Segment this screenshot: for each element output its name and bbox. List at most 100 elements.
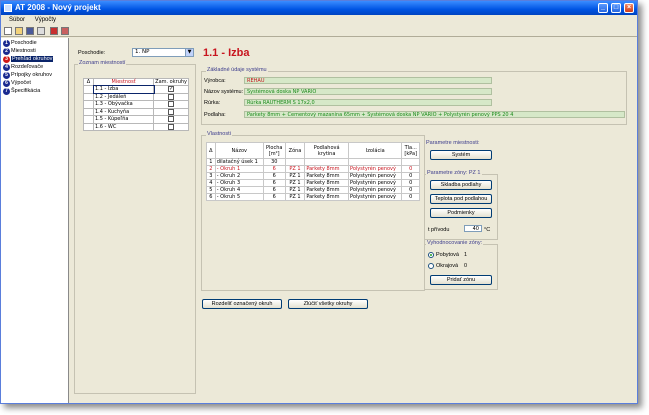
cell-area[interactable]: 6 <box>262 193 286 201</box>
conditions-button[interactable]: Podmienky <box>430 208 492 218</box>
help-icon[interactable] <box>37 27 45 35</box>
rooms-col-index[interactable]: Δ <box>83 78 94 86</box>
table-row[interactable]: 1 dilatačný úsek 1 30 <box>206 158 420 166</box>
add-zone-button[interactable]: Pridať zónu <box>430 275 492 285</box>
menu-calculations[interactable]: Výpočty <box>35 17 56 23</box>
save-icon[interactable] <box>26 27 34 35</box>
circuits-col-zone[interactable]: Zóna <box>284 142 306 159</box>
table-row[interactable]: 2 - Okruh 1 6 PZ 1 Parkety 8mm Polystyré… <box>206 165 420 173</box>
close-icon[interactable]: × <box>624 3 634 13</box>
maximize-icon[interactable]: □ <box>611 3 621 13</box>
cell-name[interactable]: - Okruh 3 <box>214 179 264 187</box>
catalog-icon[interactable] <box>61 27 69 35</box>
cooling-checkbox[interactable] <box>168 116 175 122</box>
minimize-icon[interactable]: _ <box>598 3 608 13</box>
cell-zone[interactable]: PZ 1 <box>284 193 306 201</box>
merge-circuits-button[interactable]: Zlúčiť všetky okruhy <box>288 299 368 309</box>
table-row[interactable]: 3 - Okruh 2 6 PZ 1 Parkety 8mm Polystyré… <box>206 172 420 180</box>
cooling-checkbox[interactable] <box>168 123 175 130</box>
sidebar-item-connections[interactable]: 5 Prípojky okruhov <box>3 72 67 79</box>
table-row[interactable]: 6 - Okruh 5 6 PZ 1 Parkety 8mm Polystyré… <box>206 193 420 201</box>
table-row[interactable]: 1.2 - Jedáleň <box>83 92 189 101</box>
book-icon[interactable] <box>50 27 58 35</box>
edge-zone-radio[interactable] <box>428 263 434 269</box>
sidebar-item-manifolds[interactable]: 4 Rozdeľovače <box>3 64 67 71</box>
cell-floor[interactable]: Parkety 8mm <box>304 172 350 180</box>
cell-area[interactable]: 30 <box>262 158 286 166</box>
cell-insulation[interactable]: Polystyrén penový <box>348 165 403 173</box>
circuits-col-area[interactable]: Plocha [m²] <box>262 142 286 159</box>
cell-area[interactable]: 6 <box>262 165 286 173</box>
rooms-col-name[interactable]: Miestnosť <box>92 78 155 86</box>
cell-pressure[interactable]: 0 <box>401 179 420 187</box>
cell-name[interactable]: - Okruh 2 <box>214 172 264 180</box>
sidebar-item-rooms[interactable]: 2 Miestnosti <box>3 48 67 55</box>
cell-insulation[interactable] <box>348 158 403 166</box>
circuits-col-index[interactable]: Δ <box>206 142 216 159</box>
cell-insulation[interactable]: Polystyrén penový <box>348 172 403 180</box>
floor-layers-button[interactable]: Skladba podlahy <box>430 180 492 190</box>
rooms-col-cooling[interactable]: Zam. okruhy <box>153 78 189 86</box>
table-row[interactable]: 1.5 - Kúpeľňa <box>83 115 189 124</box>
circuits-col-floor[interactable]: Podlahová krytina <box>304 142 350 159</box>
floor-select[interactable]: 1. NP ▼ <box>132 48 194 57</box>
table-row[interactable]: 1.6 - WC <box>83 122 189 131</box>
system-button[interactable]: Systém <box>430 150 492 160</box>
table-row[interactable]: 4 - Okruh 3 6 PZ 1 Parkety 8mm Polystyré… <box>206 179 420 187</box>
cell-pressure[interactable]: 0 <box>401 186 420 194</box>
cell-floor[interactable]: Parkety 8mm <box>304 193 350 201</box>
cell-area[interactable]: 6 <box>262 179 286 187</box>
room-name[interactable]: 1.6 - WC <box>92 122 155 131</box>
cell-zone[interactable] <box>284 158 306 166</box>
sidebar-item-circuits[interactable]: 3 Prehľad okruhov <box>3 56 67 63</box>
cell-pressure[interactable]: 0 <box>401 193 420 201</box>
room-name[interactable]: 1.2 - Jedáleň <box>92 92 155 101</box>
cell-insulation[interactable]: Polystyrén penový <box>348 193 403 201</box>
cell-floor[interactable]: Parkety 8mm <box>304 165 350 173</box>
sidebar-item-calculation[interactable]: 6 Výpočet <box>3 80 67 87</box>
cell-pressure[interactable]: 0 <box>401 165 420 173</box>
chevron-down-icon[interactable]: ▼ <box>185 49 193 56</box>
cell-name[interactable]: - Okruh 5 <box>214 193 264 201</box>
under-floor-temp-button[interactable]: Teplota pod podlahou <box>430 194 492 204</box>
cooling-checkbox[interactable] <box>168 108 175 115</box>
cell-floor[interactable]: Parkety 8mm <box>304 186 350 194</box>
sidebar-item-specification[interactable]: 7 Špecifikácia <box>3 88 67 95</box>
supply-temp-input[interactable]: 40 <box>464 225 482 232</box>
cell-name[interactable]: - Okruh 1 <box>214 165 264 173</box>
cell-floor[interactable]: Parkety 8mm <box>304 179 350 187</box>
cell-zone[interactable]: PZ 1 <box>284 165 306 173</box>
cell-pressure[interactable] <box>401 158 420 166</box>
table-row[interactable]: 5 - Okruh 4 6 PZ 1 Parkety 8mm Polystyré… <box>206 186 420 194</box>
cell-floor[interactable] <box>304 158 350 166</box>
table-row[interactable]: 1.3 - Obývačka <box>83 100 189 109</box>
cell-name[interactable]: dilatačný úsek 1 <box>214 158 264 166</box>
room-name[interactable]: 1.4 - Kuchyňa <box>92 107 155 116</box>
table-row[interactable]: 1.1 - Izba ✓ <box>83 84 189 94</box>
cell-zone[interactable]: PZ 1 <box>284 172 306 180</box>
room-name[interactable]: 1.1 - Izba <box>92 84 155 94</box>
cooling-checkbox[interactable] <box>168 101 175 107</box>
room-name[interactable]: 1.3 - Obývačka <box>92 100 155 109</box>
cell-area[interactable]: 6 <box>262 186 286 194</box>
cell-name[interactable]: - Okruh 4 <box>214 186 264 194</box>
cell-area[interactable]: 6 <box>262 172 286 180</box>
cell-pressure[interactable]: 0 <box>401 172 420 180</box>
circuits-col-pressure[interactable]: Tla... [kPa] <box>401 142 420 159</box>
room-name[interactable]: 1.5 - Kúpeľňa <box>92 115 155 124</box>
menu-file[interactable]: Súbor <box>9 17 25 23</box>
split-circuit-button[interactable]: Rozdeliť označený okruh <box>202 299 282 309</box>
heating-zone-radio[interactable] <box>428 252 434 258</box>
cooling-checkbox[interactable] <box>168 93 175 100</box>
circuits-col-name[interactable]: Názov <box>214 142 264 159</box>
cell-insulation[interactable]: Polystyrén penový <box>348 186 403 194</box>
cell-zone[interactable]: PZ 1 <box>284 186 306 194</box>
cooling-checkbox[interactable]: ✓ <box>168 86 175 92</box>
open-folder-icon[interactable] <box>15 27 23 35</box>
new-file-icon[interactable] <box>4 27 12 35</box>
cell-insulation[interactable]: Polystyrén penový <box>348 179 403 187</box>
sidebar-item-floors[interactable]: 1 Poschodie <box>3 40 67 47</box>
circuits-col-insulation[interactable]: Izolácia <box>348 142 403 159</box>
cell-zone[interactable]: PZ 1 <box>284 179 306 187</box>
table-row[interactable]: 1.4 - Kuchyňa <box>83 107 189 116</box>
